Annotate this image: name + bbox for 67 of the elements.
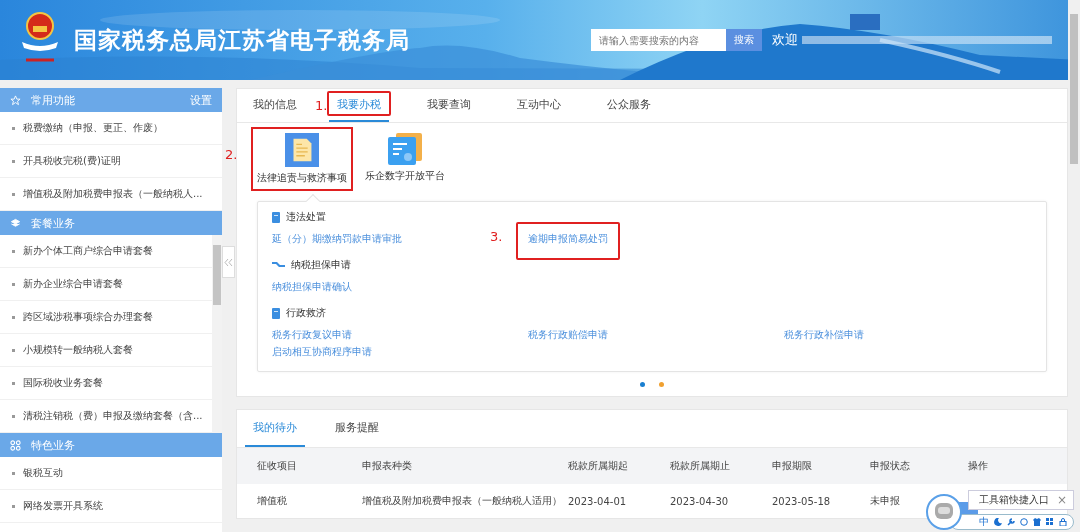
step-number: 1. <box>315 98 328 113</box>
column-header: 申报表种类 <box>362 459 412 473</box>
service-link[interactable]: 逾期申报简易处罚 <box>528 232 608 246</box>
tab[interactable]: 公众服务 <box>599 89 659 122</box>
column-header: 征收项目 <box>257 459 297 473</box>
column-header: 操作 <box>968 459 988 473</box>
group-title: 行政救济 <box>286 306 326 320</box>
table-cell: 增值税及附加税费申报表（一般纳税人适用） <box>362 494 562 508</box>
tab[interactable]: 互动中心 <box>509 89 569 122</box>
sidebar-item[interactable]: 网络发票开具系统 <box>0 490 222 523</box>
step-number: 2. <box>225 147 238 162</box>
close-button[interactable]: × <box>1056 493 1067 507</box>
site-title: 国家税务总局江苏省电子税务局 <box>74 25 410 55</box>
lock-icon[interactable] <box>1059 518 1067 526</box>
welcome-text: 欢迎 <box>772 31 798 49</box>
grid-icon[interactable] <box>1046 518 1054 526</box>
section-title: 套餐业务 <box>31 215 75 231</box>
layers-icon <box>10 217 21 229</box>
column-header: 税款所属期止 <box>670 459 730 473</box>
input-mode[interactable]: 中 <box>979 515 989 529</box>
document-icon <box>284 133 320 167</box>
table-cell: 2023-04-01 <box>568 495 627 507</box>
moon-icon[interactable] <box>994 518 1002 526</box>
star-icon <box>10 94 21 106</box>
group-title: 违法处置 <box>286 210 326 224</box>
table-cell: 增值税 <box>257 494 287 508</box>
tile-label: 法律追责与救济事项 <box>257 171 347 185</box>
service-tile[interactable]: 乐企数字开放平台 <box>359 127 451 191</box>
handshake-icon <box>272 260 285 270</box>
group-title: 纳税担保申请 <box>291 258 351 272</box>
wrench-icon[interactable] <box>1007 518 1015 526</box>
tab[interactable]: 我要查询 <box>419 89 479 122</box>
shirt-icon[interactable] <box>1033 518 1041 526</box>
table-cell: 未申报 <box>870 494 900 508</box>
service-link[interactable]: 税务行政赔偿申请 <box>528 328 608 342</box>
robot-avatar[interactable] <box>926 494 962 530</box>
sidebar-item[interactable]: 银税互动 <box>0 457 222 490</box>
platform-icon <box>388 133 422 165</box>
scrollbar[interactable] <box>212 235 222 433</box>
tab[interactable]: 服务提醒 <box>327 410 387 447</box>
table-cell: 2023-04-30 <box>670 495 729 507</box>
highlight-frame <box>327 91 391 116</box>
column-header: 税款所属期起 <box>568 459 628 473</box>
sidebar-item[interactable]: 税费缴纳（申报、更正、作废） <box>0 112 222 145</box>
tooltip-text: 工具箱快捷入口 <box>978 493 1049 507</box>
search-field[interactable]: 请输入需要搜索的内容 <box>591 29 726 51</box>
service-link[interactable]: 纳税担保申请确认 <box>272 280 352 294</box>
step-number: 3. <box>490 229 503 244</box>
section-title: 特色业务 <box>31 437 75 453</box>
section-title: 常用功能 <box>31 92 75 108</box>
carousel-dot[interactable] <box>640 381 645 387</box>
column-header: 申报期限 <box>772 459 812 473</box>
service-link[interactable]: 启动相互协商程序申请 <box>272 345 372 359</box>
tab[interactable]: 我的信息 <box>245 89 305 122</box>
carousel-dot[interactable] <box>659 381 664 387</box>
sidebar-item[interactable]: 开具税收完税(费)证明 <box>0 145 222 178</box>
column-header: 申报状态 <box>870 459 910 473</box>
service-link[interactable]: 税务行政补偿申请 <box>784 328 864 342</box>
table-cell: 2023-05-18 <box>772 495 831 507</box>
grid-icon <box>10 439 21 451</box>
tile-label: 乐企数字开放平台 <box>365 169 445 183</box>
service-link[interactable]: 税务行政复议申请 <box>272 328 352 342</box>
service-link[interactable]: 延（分）期缴纳罚款申请审批 <box>272 232 402 246</box>
document-icon <box>272 211 280 223</box>
tab[interactable]: 我要办税 <box>329 89 389 122</box>
document-icon <box>272 307 280 319</box>
double-chevron-icon <box>224 257 233 267</box>
